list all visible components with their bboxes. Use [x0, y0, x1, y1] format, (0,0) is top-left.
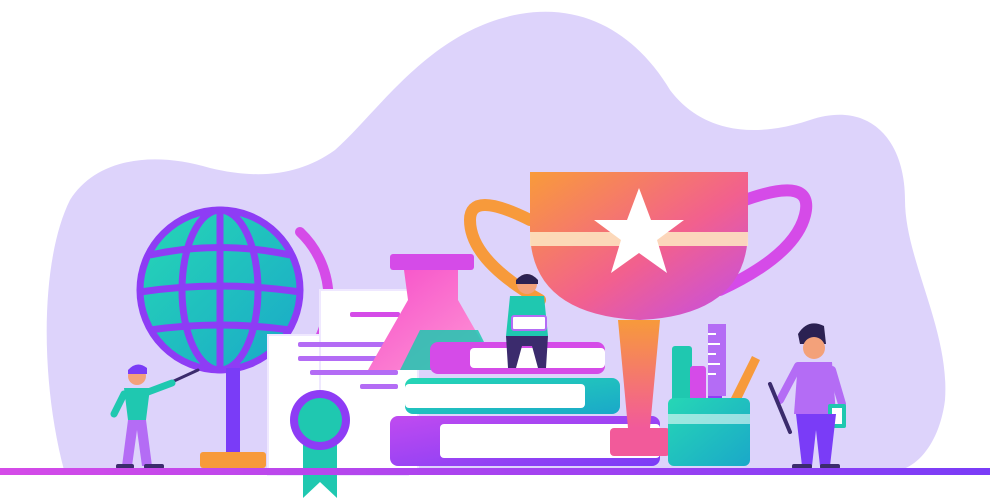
- education-achievement-illustration: [0, 0, 990, 498]
- ruler: [708, 324, 726, 396]
- floor-line: [0, 468, 990, 475]
